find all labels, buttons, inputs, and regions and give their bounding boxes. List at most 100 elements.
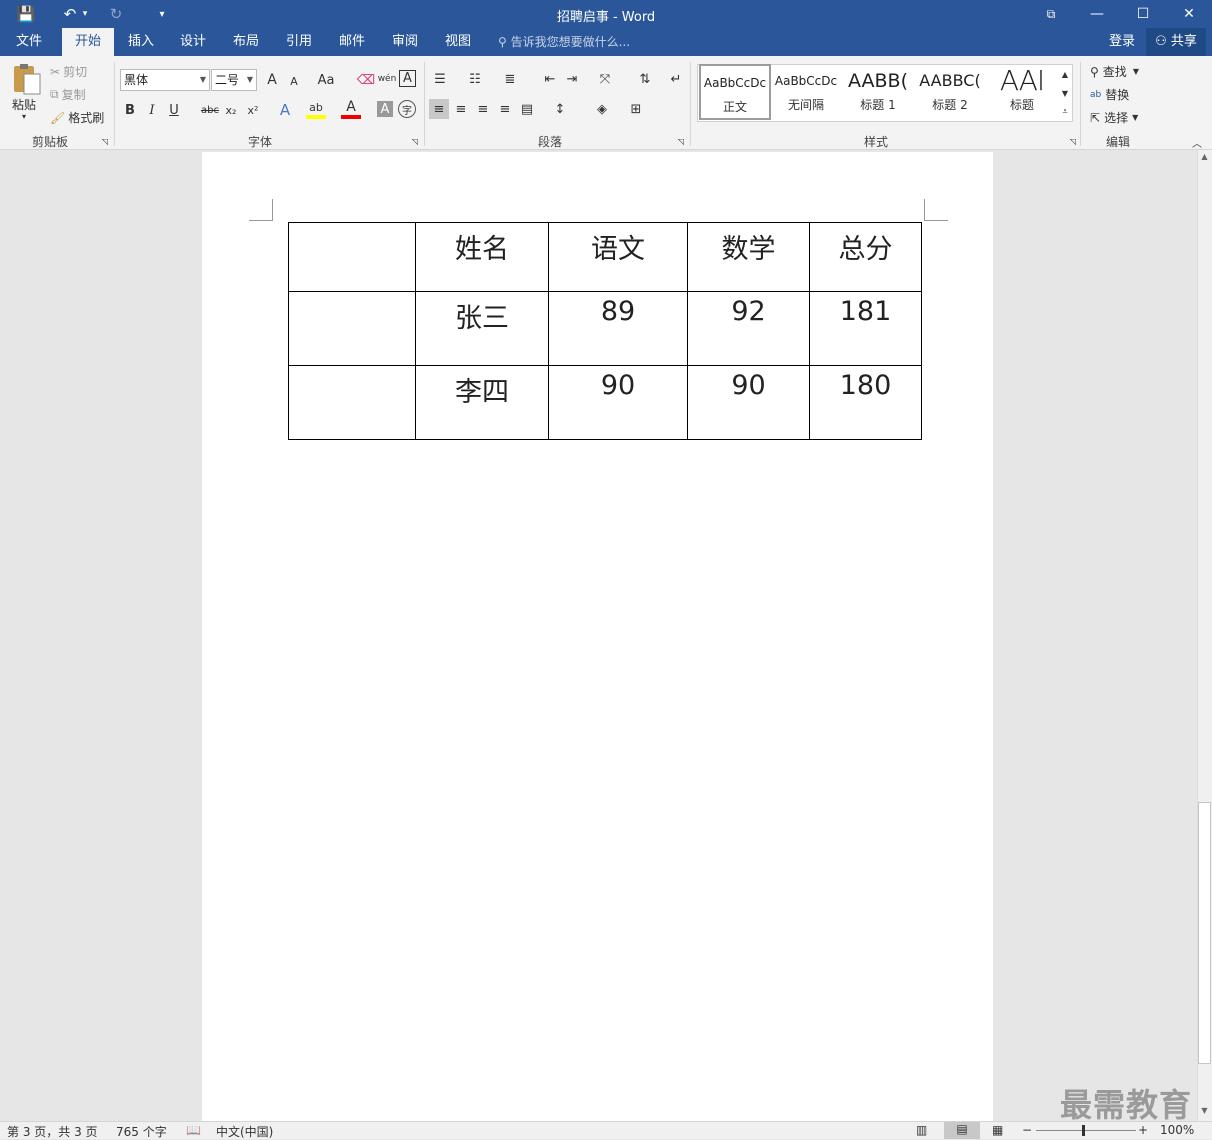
bullets-icon[interactable]: ☰ <box>430 69 450 89</box>
table-cell[interactable]: 90 <box>687 365 810 440</box>
multilevel-list-icon[interactable]: ≣ <box>500 69 520 89</box>
table-cell[interactable]: 姓名 <box>415 222 549 292</box>
enclose-characters-icon[interactable]: 字 <box>398 100 416 118</box>
dialog-launcher-icon[interactable]: ◹ <box>1068 136 1078 146</box>
table-cell[interactable]: 李四 <box>415 365 549 440</box>
underline-icon[interactable]: U <box>164 100 184 120</box>
paste-icon[interactable] <box>10 62 42 98</box>
table-cell[interactable]: 180 <box>809 365 922 440</box>
zoom-out-icon[interactable]: − <box>1022 1123 1032 1137</box>
gallery-down-icon[interactable]: ▼ <box>1058 84 1072 102</box>
bold-icon[interactable]: B <box>120 100 140 120</box>
page-count[interactable]: 第 3 页，共 3 页 <box>7 1123 98 1140</box>
tab-design[interactable]: 设计 <box>172 28 214 56</box>
gallery-up-icon[interactable]: ▲ <box>1058 65 1072 83</box>
tab-references[interactable]: 引用 <box>278 28 320 56</box>
style-normal[interactable]: AaBbCcDc 正文 <box>699 64 771 120</box>
table-cell[interactable]: 89 <box>548 291 688 366</box>
maximize-button[interactable]: ☐ <box>1120 0 1166 28</box>
zoom-in-icon[interactable]: + <box>1138 1123 1148 1137</box>
format-painter-button[interactable]: 🖌 格式刷 <box>50 109 104 126</box>
zoom-slider-handle[interactable] <box>1082 1125 1085 1136</box>
score-table[interactable]: 姓名 语文 数学 总分 张三 89 92 181 李四 90 90 180 <box>288 222 922 440</box>
show-marks-icon[interactable]: ↵ <box>666 69 686 89</box>
italic-icon[interactable]: I <box>142 100 162 120</box>
gallery-more-icon[interactable]: ⩡ <box>1058 103 1072 121</box>
tab-insert[interactable]: 插入 <box>120 28 162 56</box>
scroll-up-icon[interactable]: ▲ <box>1198 152 1211 166</box>
zoom-level[interactable]: 100% <box>1160 1123 1194 1137</box>
paste-dropdown-icon[interactable]: ▾ <box>22 112 26 121</box>
character-shading-icon[interactable]: A <box>377 101 393 117</box>
decrease-indent-icon[interactable]: ⇤ <box>540 69 560 89</box>
align-left-icon[interactable]: ≡ <box>429 99 449 119</box>
tab-review[interactable]: 审阅 <box>384 28 426 56</box>
scrollbar-thumb[interactable] <box>1198 802 1211 1064</box>
style-title[interactable]: AAI 标题 <box>986 64 1058 120</box>
change-case-icon[interactable]: Aa <box>312 70 340 90</box>
font-name-select[interactable]: 黑体 ▼ <box>120 69 210 91</box>
text-effects-icon[interactable]: A <box>275 100 295 120</box>
table-cell[interactable]: 语文 <box>548 222 688 292</box>
increase-indent-icon[interactable]: ⇥ <box>562 69 582 89</box>
tab-layout[interactable]: 布局 <box>225 28 267 56</box>
table-cell[interactable]: 总分 <box>809 222 922 292</box>
tab-file[interactable]: 文件 <box>6 28 52 56</box>
borders-icon[interactable]: ⊞ <box>626 99 646 119</box>
dialog-launcher-icon[interactable]: ◹ <box>676 136 686 146</box>
highlight-icon[interactable]: ab <box>306 99 326 119</box>
ribbon-display-options-icon[interactable]: ⧉ <box>1028 0 1074 28</box>
read-mode-icon[interactable]: ▥ <box>916 1123 927 1137</box>
minimize-button[interactable]: — <box>1074 0 1120 28</box>
replace-button[interactable]: ab 替换 <box>1090 86 1129 103</box>
find-button[interactable]: ⚲ 查找 ▼ <box>1090 63 1139 80</box>
pinyin-guide-icon[interactable]: wén <box>377 69 397 89</box>
tab-home[interactable]: 开始 <box>62 28 114 56</box>
zoom-slider[interactable] <box>1036 1130 1136 1131</box>
grow-font-icon[interactable]: A <box>262 70 282 90</box>
font-color-icon[interactable]: A <box>341 99 361 119</box>
justify-icon[interactable]: ≡ <box>495 99 515 119</box>
copy-button[interactable]: ⧉ 复制 <box>50 86 86 103</box>
shrink-font-icon[interactable]: A <box>284 71 304 91</box>
scroll-down-icon[interactable]: ▼ <box>1198 1106 1211 1120</box>
style-heading-2[interactable]: AABBC( 标题 2 <box>914 64 986 120</box>
table-cell[interactable]: 90 <box>548 365 688 440</box>
superscript-icon[interactable]: x² <box>243 100 263 120</box>
font-size-select[interactable]: 二号 ▼ <box>211 69 257 91</box>
select-button[interactable]: ⇱ 选择 ▼ <box>1090 109 1138 126</box>
close-button[interactable]: ✕ <box>1166 0 1212 28</box>
paste-button[interactable]: 粘贴 <box>12 96 36 113</box>
line-spacing-icon[interactable]: ↕ <box>550 99 570 119</box>
table-cell[interactable]: 92 <box>687 291 810 366</box>
table-cell[interactable]: 181 <box>809 291 922 366</box>
dialog-launcher-icon[interactable]: ◹ <box>100 136 110 146</box>
share-button[interactable]: ⚇ 共享 <box>1146 28 1206 56</box>
word-count[interactable]: 765 个字 <box>116 1123 167 1140</box>
distributed-icon[interactable]: ▤ <box>517 99 537 119</box>
tell-me-search[interactable]: ⚲ 告诉我您想要做什么... <box>498 28 648 56</box>
chinese-layout-icon[interactable]: ⤧ <box>595 69 615 89</box>
numbering-icon[interactable]: ☷ <box>465 69 485 89</box>
table-cell[interactable] <box>288 365 416 440</box>
table-cell[interactable] <box>288 222 416 292</box>
proofing-icon[interactable]: 📖 <box>186 1123 201 1137</box>
subscript-icon[interactable]: x₂ <box>221 100 241 120</box>
collapse-ribbon-icon[interactable]: ︿ <box>1190 136 1204 150</box>
strikethrough-icon[interactable]: abc <box>199 100 221 120</box>
language-indicator[interactable]: 中文(中国) <box>216 1123 273 1140</box>
tab-view[interactable]: 视图 <box>437 28 479 56</box>
dialog-launcher-icon[interactable]: ◹ <box>410 136 420 146</box>
character-border-icon[interactable]: A <box>399 70 416 87</box>
login-link[interactable]: 登录 <box>1104 28 1140 56</box>
tab-mailings[interactable]: 邮件 <box>331 28 373 56</box>
table-cell[interactable]: 张三 <box>415 291 549 366</box>
web-layout-icon[interactable]: ▦ <box>992 1123 1003 1137</box>
clear-formatting-icon[interactable]: ⌫ <box>356 70 376 90</box>
print-layout-icon[interactable]: ▤ <box>944 1122 980 1139</box>
sort-icon[interactable]: ⇅ <box>635 69 655 89</box>
table-cell[interactable] <box>288 291 416 366</box>
style-heading-1[interactable]: AABB( 标题 1 <box>842 64 914 120</box>
shading-icon[interactable]: ◈ <box>592 99 612 119</box>
align-center-icon[interactable]: ≡ <box>451 99 471 119</box>
